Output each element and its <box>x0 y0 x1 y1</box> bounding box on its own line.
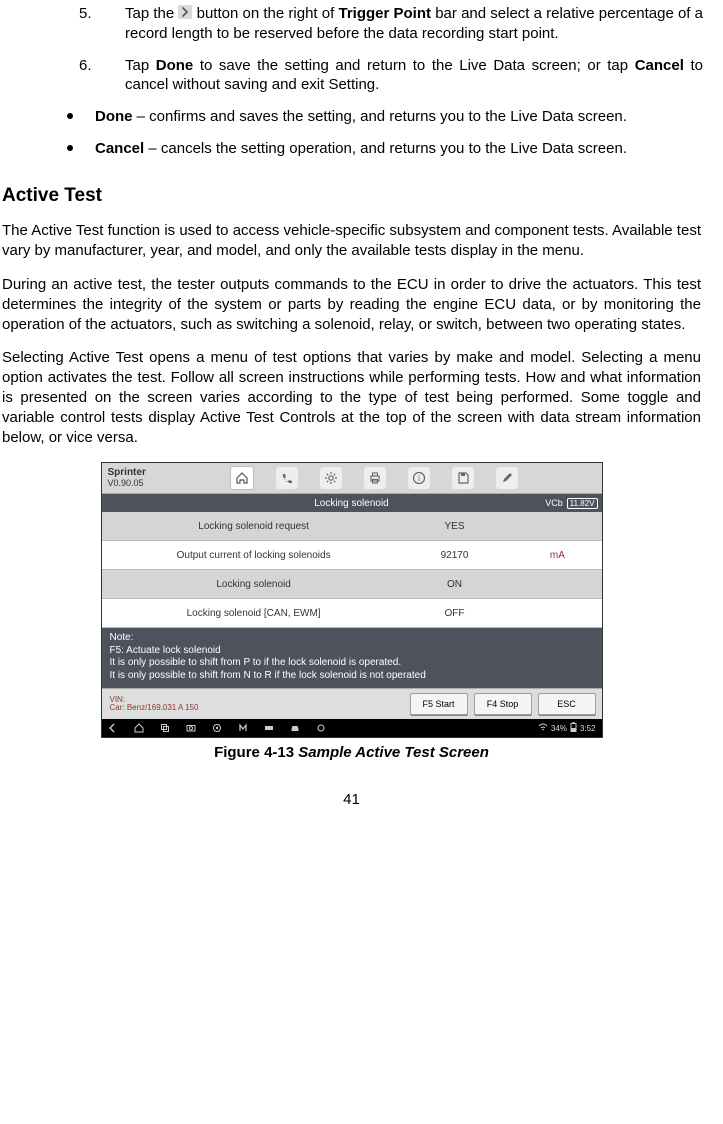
step-5-text-b: button on the right of <box>192 5 338 22</box>
car-label: Car: Benz/169.031 A 150 <box>110 704 199 712</box>
note-line-4: It is only possible to shift from N to R… <box>110 670 594 683</box>
step-5-number: 5. <box>79 4 92 24</box>
vci-label: VCb <box>545 498 563 508</box>
bullet-cancel-label: Cancel <box>95 140 144 157</box>
gear-icon[interactable] <box>320 467 342 489</box>
table-row: Locking solenoid request YES <box>102 512 602 541</box>
print-icon[interactable] <box>364 467 386 489</box>
esc-button[interactable]: ESC <box>538 693 596 715</box>
page-number: 41 <box>0 791 703 808</box>
heading-active-test: Active Test <box>2 185 703 207</box>
step-6-done: Done <box>156 57 194 74</box>
table-row: Locking solenoid [CAN, EWM] OFF <box>102 599 602 628</box>
bullet-cancel-text: – cancels the setting operation, and ret… <box>144 140 627 157</box>
camera-icon[interactable] <box>212 723 222 733</box>
figure-label: Figure 4-13 <box>214 744 298 761</box>
bullet-done-text: – confirms and saves the setting, and re… <box>133 108 627 125</box>
save-icon[interactable] <box>452 467 474 489</box>
table-row: Output current of locking solenoids 9217… <box>102 541 602 570</box>
app-info: Sprinter V0.90.05 <box>102 466 146 490</box>
vci-icon[interactable] <box>264 723 274 733</box>
wifi-icon <box>538 723 548 733</box>
figure-title: Sample Active Test Screen <box>298 744 489 761</box>
row-name: Locking solenoid [CAN, EWM] <box>102 608 396 619</box>
row-name: Output current of locking solenoids <box>102 550 396 561</box>
home-icon[interactable] <box>230 466 254 490</box>
system-bar: 34% 3:52 <box>102 719 602 737</box>
edit-icon[interactable] <box>496 467 518 489</box>
step-6: 6. Tap Done to save the setting and retu… <box>125 56 703 96</box>
app-version: V0.90.05 <box>108 479 146 488</box>
clock-time: 3:52 <box>580 724 596 733</box>
paragraph-3: Selecting Active Test opens a menu of te… <box>2 348 701 448</box>
row-name: Locking solenoid request <box>102 521 396 532</box>
step-6-text-b: to save the setting and return to the Li… <box>193 57 634 74</box>
svg-text:i: i <box>418 474 420 483</box>
paragraph-2: During an active test, the tester output… <box>2 275 701 335</box>
step-5-bold: Trigger Point <box>338 5 431 22</box>
paragraph-1: The Active Test function is used to acce… <box>2 221 701 261</box>
f5-start-button[interactable]: F5 Start <box>410 693 468 715</box>
step-6-text-a: Tap <box>125 57 156 74</box>
help-icon[interactable]: i <box>408 467 430 489</box>
step-5: 5. Tap the button on the right of Trigge… <box>125 4 703 44</box>
tools-icon[interactable] <box>316 723 326 733</box>
figure-4-13: Sprinter V0.90.05 i Locking <box>0 462 703 761</box>
battery-icon <box>570 722 577 734</box>
phone-icon[interactable] <box>276 467 298 489</box>
recent-icon[interactable] <box>160 723 170 733</box>
screenshot-top-toolbar: Sprinter V0.90.05 i <box>102 463 602 494</box>
figure-caption: Figure 4-13 Sample Active Test Screen <box>0 744 703 761</box>
row-value: ON <box>396 579 514 590</box>
screenshot: Sprinter V0.90.05 i Locking <box>101 462 603 738</box>
note-box: Note: F5: Actuate lock solenoid It is on… <box>102 628 602 688</box>
bullet-dot-icon <box>67 145 73 151</box>
bullet-done-label: Done <box>95 108 133 125</box>
row-unit: mA <box>513 550 601 561</box>
row-value: YES <box>396 521 514 532</box>
note-line-3: It is only possible to shift from P to i… <box>110 657 594 670</box>
vin-info: VIN: Car: Benz/169.031 A 150 <box>102 696 199 713</box>
app-m-icon[interactable] <box>238 723 248 733</box>
data-rows: Locking solenoid request YES Output curr… <box>102 512 602 628</box>
vin-button-bar: VIN: Car: Benz/169.031 A 150 F5 Start F4… <box>102 688 602 719</box>
battery-percent: 34% <box>551 724 567 733</box>
step-5-text-a: Tap the <box>125 5 178 22</box>
top-icons: i <box>146 466 602 490</box>
bullet-dot-icon <box>67 113 73 119</box>
row-name: Locking solenoid <box>102 579 396 590</box>
bullet-done: Done – confirms and saves the setting, a… <box>95 107 703 127</box>
vehicle-voltage: 11.82V <box>567 498 598 509</box>
screenshot-icon[interactable] <box>186 723 196 733</box>
table-row: Locking solenoid ON <box>102 570 602 599</box>
screen-title: Locking solenoid <box>102 498 602 509</box>
home-nav-icon[interactable] <box>134 723 144 733</box>
f4-stop-button[interactable]: F4 Stop <box>474 693 532 715</box>
row-value: OFF <box>396 608 514 619</box>
chevron-right-icon <box>178 5 192 19</box>
car-icon[interactable] <box>290 723 300 733</box>
step-6-cancel: Cancel <box>635 57 684 74</box>
back-icon[interactable] <box>108 723 118 733</box>
bullet-cancel: Cancel – cancels the setting operation, … <box>95 139 703 159</box>
screenshot-title-bar: Locking solenoid VCb 11.82V <box>102 494 602 512</box>
note-line-2: F5: Actuate lock solenoid <box>110 645 594 658</box>
row-value: 92170 <box>396 550 514 561</box>
step-6-number: 6. <box>79 56 92 76</box>
note-line-1: Note: <box>110 632 594 645</box>
